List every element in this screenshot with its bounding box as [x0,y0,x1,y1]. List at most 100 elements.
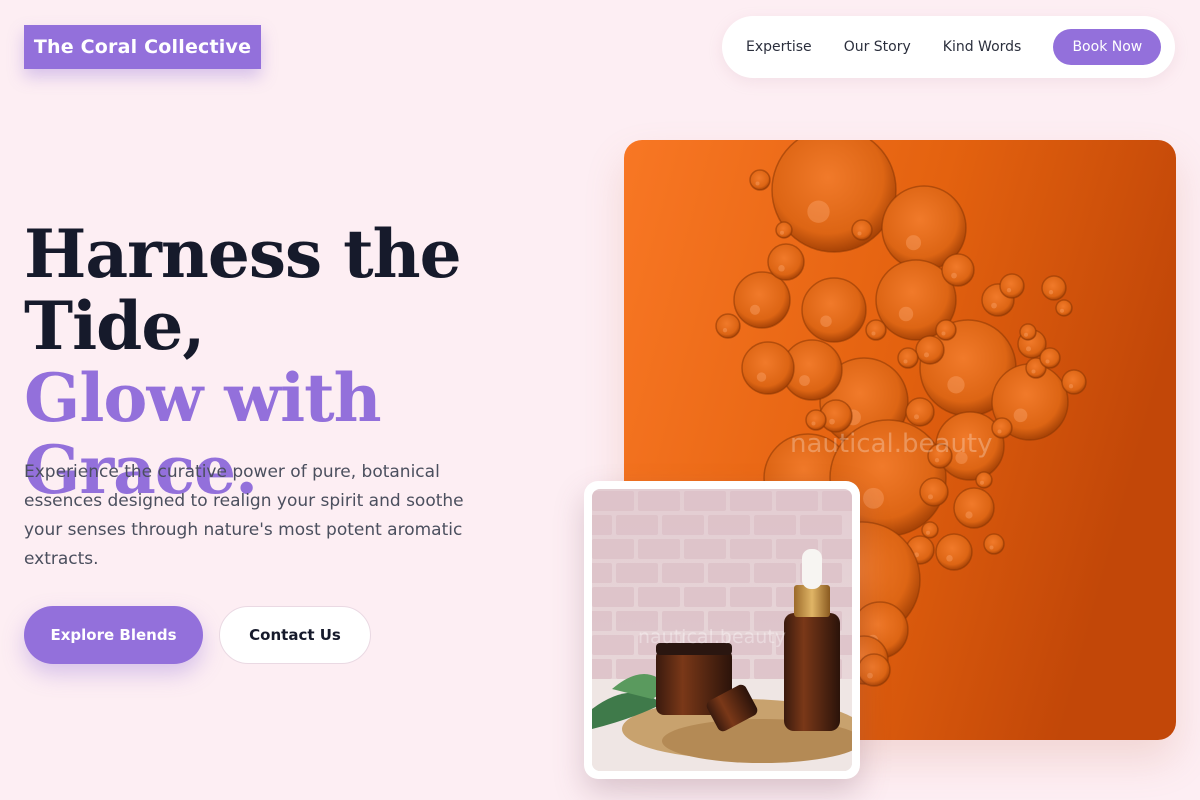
oil-bubble [715,313,741,339]
brick [684,491,726,511]
bubble-highlight [811,421,816,426]
brick [662,515,704,535]
oil-bubble [767,243,805,281]
brick [592,491,634,511]
bubble-highlight [756,372,767,382]
oil-bubble [999,273,1025,299]
nav-link-kind-words[interactable]: Kind Words [943,39,1022,55]
oil-bubble [851,219,873,241]
bubble-highlight [1013,408,1028,423]
brick [684,539,726,559]
bubble-highlight [965,511,973,519]
oil-bubble [935,319,957,341]
bubble-highlight [946,555,953,562]
headline-line-1: Harness the [24,215,462,293]
brick [616,563,658,583]
nav-link-expertise[interactable]: Expertise [746,39,812,55]
headline-line-2: Tide, [24,287,205,365]
bubble-highlight [829,418,835,425]
bubble-highlight [857,231,862,236]
oil-bubble [1061,369,1087,395]
brick [638,539,680,559]
brick [754,563,796,583]
oil-bubble [897,347,919,369]
oil-bubble [1041,275,1067,301]
oil-bubble [865,319,887,341]
brick [800,515,842,535]
oil-bubble [775,221,793,239]
oil-bubble [921,521,939,539]
bubble-highlight [989,545,994,550]
bubble-highlight [947,376,965,394]
bubble-highlight [799,375,810,386]
bubble-highlight [926,530,930,535]
oil-bubble [749,169,771,191]
brick [822,491,852,511]
brick [730,539,772,559]
oil-bubble [935,533,973,571]
bubble-highlight [905,235,922,251]
brick [754,515,796,535]
bubble-highlight [1025,346,1032,352]
inset-image-watermark: nautical.beauty [638,626,786,648]
bubble-highlight [1045,359,1050,364]
explore-blends-button[interactable]: Explore Blends [24,606,203,664]
brick [592,659,612,679]
bubble-highlight [1024,332,1028,337]
bubble-highlight [1060,308,1064,313]
bubble-highlight [1006,288,1012,293]
oil-bubble [857,653,891,687]
bubble-highlight [991,302,997,309]
bubble-highlight [903,359,908,364]
brick [592,563,612,583]
bubble-highlight [1048,290,1054,295]
oil-bubble [1039,347,1061,369]
bubble-highlight [951,272,957,279]
brick [616,515,658,535]
inset-photo-card: nautical.beauty [584,481,860,779]
bubble-highlight [871,331,876,336]
bubble-highlight [820,315,832,327]
brick [592,515,612,535]
brick [662,563,704,583]
oil-bubble [975,471,993,489]
bubble-highlight [867,672,873,679]
bubble-highlight [898,306,914,322]
main-nav: Expertise Our Story Kind Words Book Now [722,16,1175,78]
bubble-highlight [778,265,785,272]
bubble-highlight [927,494,934,500]
oil-bubble [915,335,945,365]
brick [592,611,612,631]
bubble-highlight [755,181,760,186]
nav-link-our-story[interactable]: Our Story [844,39,911,55]
oil-bubble [953,487,995,529]
book-now-button[interactable]: Book Now [1053,29,1162,65]
brick [822,539,852,559]
brick [638,587,680,607]
brick [708,515,750,535]
bubble-highlight [807,200,830,223]
brick [708,563,750,583]
brick [684,587,726,607]
oil-bubble [801,277,867,343]
oil-bubble [805,409,827,431]
bubble-highlight [749,304,761,315]
bubble-highlight [1068,384,1074,389]
bubble-highlight [780,230,784,235]
oil-bubble [919,477,949,507]
brick [776,491,818,511]
oil-bubble [941,253,975,287]
bubble-highlight [997,429,1002,434]
oil-bubble [991,417,1013,439]
bubble-highlight [941,331,946,336]
brand-logo[interactable]: The Coral Collective [24,25,261,69]
brick [592,539,634,559]
contact-us-button[interactable]: Contact Us [219,606,371,664]
bubble-highlight [1031,369,1036,374]
brick [638,491,680,511]
bubble-highlight [980,480,984,485]
oil-bubble [1055,299,1073,317]
oil-bubble [733,271,791,329]
oil-bubble [905,397,935,427]
oil-bubble [983,533,1005,555]
